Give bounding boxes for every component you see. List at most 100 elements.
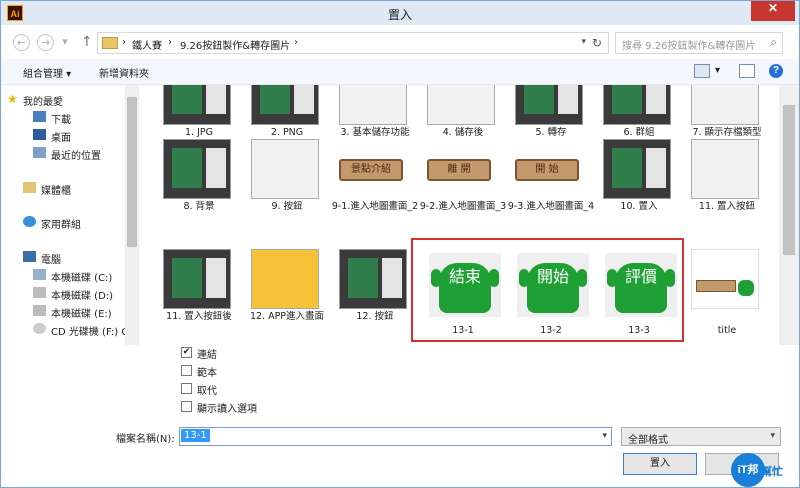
organize-menu[interactable]: 組合管理 ▾ (23, 65, 71, 80)
sidebar-item-favorites[interactable]: 我的最愛 (23, 93, 63, 108)
breadcrumb-item[interactable]: 9.26按鈕製作&轉存圖片 (180, 37, 290, 52)
sidebar-item-drive-e[interactable]: 本機磁碟 (E:) (51, 305, 112, 320)
library-icon (23, 182, 36, 193)
file-thumbnail (515, 85, 583, 125)
recent-places-icon (33, 147, 46, 158)
file-view-scrollbar[interactable] (779, 85, 799, 345)
search-icon: ⌕ (770, 35, 777, 49)
sidebar-scroll-thumb[interactable] (127, 97, 137, 247)
wood-sign-thumbnail: 開 始 (515, 159, 579, 181)
file-item[interactable]: 2. PNG (247, 85, 327, 145)
filename-dropdown-icon[interactable]: ▾ (602, 431, 607, 441)
file-item[interactable]: 10. 置入 (599, 139, 679, 219)
address-bar[interactable]: › 鐵人賽 › 9.26按鈕製作&轉存圖片 › ▾ ↻ (97, 32, 609, 54)
file-item[interactable]: 12. APP進入畫面 (247, 249, 327, 329)
file-name: 11. 置入按鈕後 (166, 311, 232, 322)
sidebar-item-drive-c[interactable]: 本機磁碟 (C:) (51, 269, 112, 284)
cd-drive-icon (33, 323, 46, 334)
address-dropdown-icon[interactable]: ▾ (581, 37, 586, 47)
sidebar-item-downloads[interactable]: 下載 (51, 111, 71, 126)
option-replace[interactable]: 取代 (181, 383, 381, 397)
file-item[interactable]: 開 始 9-3.進入地圖畫面_4 (508, 139, 594, 219)
file-name: 8. 背景 (183, 201, 215, 212)
replace-checkbox[interactable] (181, 383, 192, 394)
file-type-select[interactable]: 全部格式 ▾ (621, 427, 781, 446)
wood-sign-thumbnail: 離 開 (427, 159, 491, 181)
option-label: 連結 (197, 350, 217, 361)
sidebar-item-computer[interactable]: 電腦 (41, 251, 61, 266)
refresh-icon[interactable]: ↻ (592, 36, 602, 50)
new-folder-button[interactable]: 新增資料夾 (99, 65, 149, 80)
sidebar-item-recent-places[interactable]: 最近的位置 (51, 147, 101, 162)
file-item[interactable]: 景點介紹 9-1.進入地圖畫面_2 (332, 139, 418, 219)
folder-icon (102, 37, 118, 49)
wood-sign-thumbnail: 景點介紹 (339, 159, 403, 181)
file-view-scroll-thumb[interactable] (783, 105, 795, 255)
breadcrumb-item[interactable]: 鐵人賽 (132, 37, 162, 52)
file-name: 12. 按鈕 (356, 311, 394, 322)
search-box[interactable]: 搜尋 9.26按鈕製作&轉存圖片 ⌕ (615, 32, 783, 54)
option-show-import-options[interactable]: 顯示讀入選項 (181, 401, 381, 415)
file-item[interactable]: 4. 儲存後 (423, 85, 503, 145)
file-type-dropdown-icon[interactable]: ▾ (770, 431, 775, 441)
file-item[interactable]: title (687, 249, 767, 336)
show-import-options-checkbox[interactable] (181, 401, 192, 412)
file-thumbnail (163, 249, 231, 309)
filename-value: 13-1 (181, 429, 210, 442)
recent-pages-dropdown-icon[interactable]: ▾ (59, 34, 71, 51)
ithome-watermark: iT邦 幫忙 (731, 453, 795, 487)
file-thumbnail (691, 85, 759, 125)
link-checkbox[interactable]: ✔ (181, 347, 192, 358)
file-thumbnail (603, 139, 671, 199)
file-item[interactable]: 1. JPG (159, 85, 239, 145)
sidebar-item-desktop[interactable]: 桌面 (51, 129, 71, 144)
file-name: 9. 按鈕 (271, 201, 303, 212)
file-name: 3. 基本儲存功能 (340, 127, 410, 138)
desktop-icon (33, 129, 46, 140)
back-button[interactable]: ← (13, 34, 30, 51)
sidebar-item-cd-drive[interactable]: CD 光碟機 (F:) G (51, 323, 129, 338)
file-name: 9-2.進入地圖畫面_3 (419, 201, 507, 212)
highlight-box (411, 238, 684, 342)
place-dialog: Ai 置入 ✕ ← → ▾ ↑ › 鐵人賽 › 9.26按鈕製作&轉存圖片 › … (0, 0, 800, 488)
forward-button[interactable]: → (37, 34, 54, 51)
file-item[interactable]: 6. 群組 (599, 85, 679, 145)
file-thumbnail (251, 85, 319, 125)
file-item[interactable]: 5. 轉存 (511, 85, 591, 145)
sidebar-scrollbar[interactable] (125, 85, 139, 345)
file-item[interactable]: 11. 置入按鈕 (687, 139, 767, 219)
file-name: 6. 群組 (623, 127, 655, 138)
close-button[interactable]: ✕ (751, 1, 795, 21)
option-label: 取代 (197, 386, 217, 397)
file-item[interactable]: 11. 置入按鈕後 (159, 249, 239, 329)
file-thumbnail (427, 85, 495, 125)
template-checkbox[interactable] (181, 365, 192, 376)
file-item[interactable]: 3. 基本儲存功能 (335, 85, 415, 145)
help-icon[interactable]: ? (769, 64, 783, 78)
window-title: 置入 (387, 8, 412, 22)
title-bar: Ai 置入 ✕ (1, 1, 799, 25)
homegroup-icon (23, 216, 36, 227)
file-thumbnail (251, 249, 319, 309)
sidebar-item-libraries[interactable]: 媒體櫃 (41, 182, 71, 197)
breadcrumb-separator: › (168, 37, 172, 48)
file-item[interactable]: 8. 背景 (159, 139, 239, 219)
filename-input[interactable]: 13-1 ▾ (179, 427, 612, 446)
up-folder-button[interactable]: ↑ (81, 34, 93, 50)
preview-pane-icon[interactable] (739, 64, 755, 78)
place-button[interactable]: 置入 (623, 453, 697, 475)
file-item[interactable]: 12. 按鈕 (335, 249, 415, 329)
computer-icon (23, 251, 36, 262)
file-item[interactable]: 離 開 9-2.進入地圖畫面_3 (420, 139, 506, 219)
sidebar-item-homegroup[interactable]: 家用群組 (41, 216, 81, 231)
file-item[interactable]: 7. 顯示存檔類型 (687, 85, 767, 145)
option-template[interactable]: 範本 (181, 365, 381, 379)
file-thumbnail (603, 85, 671, 125)
file-thumbnail (163, 139, 231, 199)
change-view-icon[interactable] (694, 64, 710, 78)
view-options-dropdown-icon[interactable]: ▾ (715, 65, 720, 76)
sidebar-item-drive-d[interactable]: 本機磁碟 (D:) (51, 287, 113, 302)
download-folder-icon (33, 111, 46, 122)
option-link[interactable]: ✔ 連結 (181, 347, 381, 361)
file-item[interactable]: 9. 按鈕 (247, 139, 327, 219)
